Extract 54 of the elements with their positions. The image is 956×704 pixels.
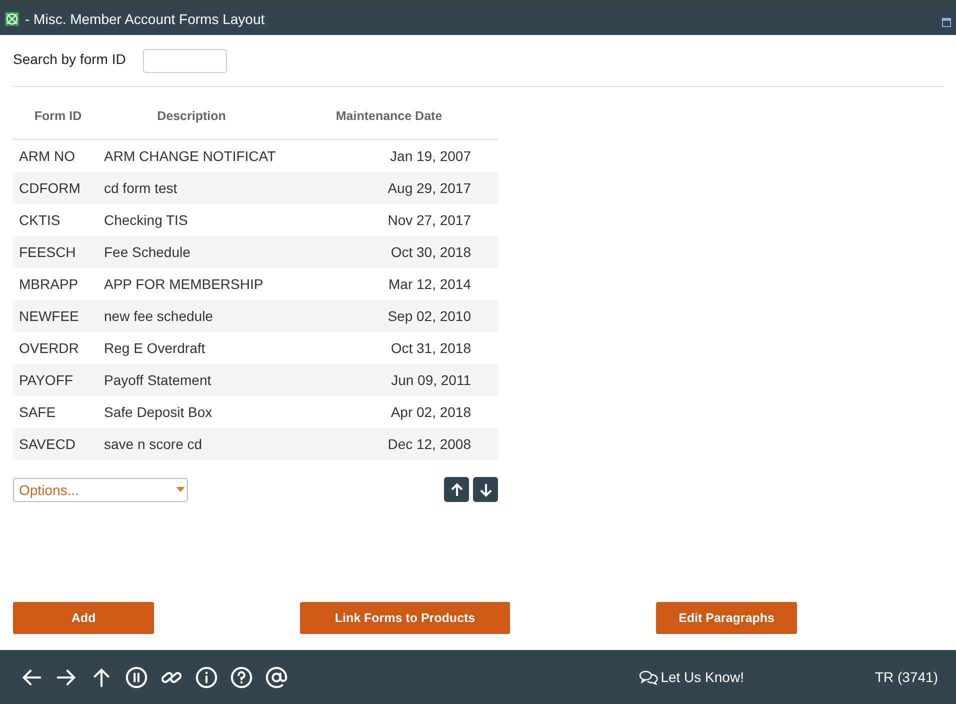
at-icon[interactable] (265, 666, 288, 688)
table-cell: Nov 27, 2017 (280, 204, 498, 236)
column-header[interactable]: Form ID (13, 93, 103, 140)
search-field[interactable] (142, 49, 227, 73)
table-cell: Dec 12, 2008 (280, 428, 498, 460)
pause-icon[interactable] (125, 666, 148, 688)
action-button[interactable]: Link Forms to Products (300, 602, 510, 634)
table-cell: CKTIS (13, 204, 103, 236)
table-cell: PAYOFF (13, 364, 103, 396)
action-button[interactable]: Edit Paragraphs (656, 602, 797, 634)
action-button[interactable]: Add (13, 602, 154, 634)
table-cell: CDFORM (13, 172, 103, 204)
caret-icon (176, 487, 185, 492)
table-cell: OVERDR (13, 332, 103, 364)
table-cell: Oct 31, 2018 (280, 332, 498, 364)
table-cell: MBRAPP (13, 268, 103, 300)
window-title: - Misc. Member Account Forms Layout (25, 11, 266, 27)
table-cell: new fee schedule (103, 300, 280, 332)
table-cell: cd form test (103, 172, 280, 204)
down-arrow-icon (478, 482, 494, 498)
table-cell: Sep 02, 2010 (280, 300, 498, 332)
maximize-icon[interactable] (942, 18, 951, 26)
column-header[interactable]: Maintenance Date (280, 93, 498, 140)
table-cell: SAFE (13, 396, 103, 428)
table-cell: FEESCH (13, 236, 103, 268)
up-arrow-icon (448, 482, 464, 498)
table-cell: Payoff Statement (103, 364, 280, 396)
app-logo-icon (5, 12, 19, 26)
search-label: Search by form ID (13, 51, 126, 67)
table-cell: save n score cd (103, 428, 280, 460)
table-cell: Jun 09, 2011 (280, 364, 498, 396)
table-cell: Reg E Overdraft (103, 332, 280, 364)
move-up-button[interactable] (444, 477, 469, 502)
table-cell: Jan 19, 2007 (280, 140, 498, 172)
user-label: TR (3741) (874, 669, 938, 685)
table-cell: Apr 02, 2018 (280, 396, 498, 428)
table-cell: APP FOR MEMBERSHIP (103, 268, 280, 300)
table-cell: Safe Deposit Box (103, 396, 280, 428)
table-cell: Fee Schedule (103, 236, 280, 268)
table-cell: Oct 30, 2018 (280, 236, 498, 268)
chat-bubbles-icon (638, 670, 658, 684)
table-cell: ARM CHANGE NOTIFICAT (103, 140, 280, 172)
table-cell: Mar 12, 2014 (280, 268, 498, 300)
info-icon[interactable] (195, 666, 218, 688)
feedback-link[interactable]: Let Us Know! (638, 669, 744, 685)
table-cell: SAVECD (13, 428, 103, 460)
column-header[interactable]: Description (103, 93, 280, 140)
help-icon[interactable] (230, 666, 253, 688)
table-cell: Checking TIS (103, 204, 280, 236)
table-cell: NEWFEE (13, 300, 103, 332)
table-cell: ARM NO (13, 140, 103, 172)
move-down-button[interactable] (473, 477, 498, 502)
table-cell: Aug 29, 2017 (280, 172, 498, 204)
options-dropdown[interactable]: Options... (13, 478, 188, 502)
